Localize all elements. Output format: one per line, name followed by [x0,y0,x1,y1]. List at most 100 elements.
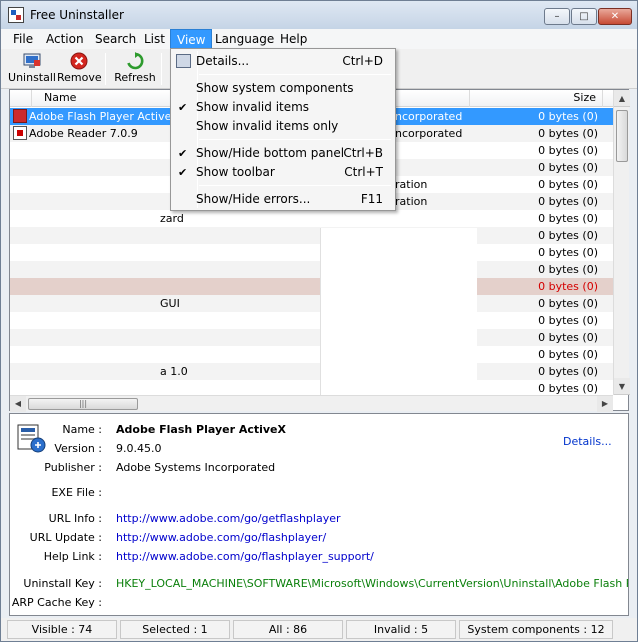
menu-action[interactable]: Action [40,29,90,49]
row-size: 0 bytes (0) [538,229,598,242]
status-system-components: System components : 12 [459,620,613,639]
menu-bar: File Action Search List View Language He… [1,29,637,49]
menu-language[interactable]: Language [209,29,280,49]
row-size: 0 bytes (0) [538,178,598,191]
app-icon [8,7,24,23]
menu-item-label: Show/Hide errors... [196,192,311,206]
detail-label-arp-cache-key: ARP Cache Key : [11,596,102,609]
menu-help[interactable]: Help [274,29,313,49]
menu-item-show-toolbar[interactable]: ✔ Show toolbar Ctrl+T [173,163,393,182]
minimize-button[interactable]: – [544,8,570,25]
vertical-scroll-thumb[interactable] [616,110,628,162]
table-row-invalid[interactable]: 0 bytes (0) [10,278,613,295]
column-header-publisher[interactable] [395,90,470,107]
uninstall-icon [23,53,41,68]
menu-file[interactable]: File [7,29,39,49]
row-size: 0 bytes (0) [538,144,598,157]
check-icon: ✔ [178,166,188,179]
table-row[interactable]: 0 bytes (0) [10,244,613,261]
uninstall-label: Uninstall [8,71,56,84]
status-selected: Selected : 1 [120,620,230,639]
row-name: GUI [160,297,180,310]
menu-item-label: Show system components [196,81,354,95]
table-row[interactable]: 0 bytes (0) [10,227,613,244]
detail-label-exe-file: EXE File : [51,486,102,499]
menu-item-show-invalid-items[interactable]: ✔ Show invalid items [173,98,393,117]
menu-item-show-system-components[interactable]: Show system components [173,79,393,98]
menu-item-details[interactable]: Details... Ctrl+D [173,52,393,71]
row-size: 0 bytes (0) [538,365,598,378]
row-size: 0 bytes (0) [538,297,598,310]
window-title: Free Uninstaller [30,8,124,22]
status-visible: Visible : 74 [7,620,117,639]
remove-button[interactable]: Remove [57,51,102,87]
menu-item-shortcut: F11 [360,192,383,206]
menu-item-shortcut: Ctrl+T [344,165,383,179]
details-panel: Name : Adobe Flash Player ActiveX Versio… [9,413,629,616]
table-row[interactable]: GUI 0 bytes (0) [10,295,613,312]
table-row[interactable]: a 1.0 0 bytes (0) [10,363,613,380]
menu-view[interactable]: View [170,29,213,49]
detail-value-name: Adobe Flash Player ActiveX [116,423,287,436]
uninstall-button[interactable]: Uninstall [8,51,56,87]
status-all: All : 86 [233,620,343,639]
help-link[interactable]: http://www.adobe.com/go/flashplayer_supp… [116,550,374,563]
title-bar[interactable]: Free Uninstaller – □ ✕ [1,1,637,29]
menu-list[interactable]: List [138,29,171,49]
scroll-right-icon[interactable]: ▶ [597,396,613,412]
column-header-size[interactable]: Size [470,90,603,107]
scroll-down-icon[interactable]: ▼ [614,378,630,395]
table-row[interactable]: 0 bytes (0) [10,329,613,346]
url-update-link[interactable]: http://www.adobe.com/go/flashplayer/ [116,531,326,544]
vertical-scrollbar[interactable]: ▲ ▼ [613,90,630,395]
detail-label-uninstall-key: Uninstall Key : [23,577,102,590]
row-size: 0 bytes (0) [538,195,598,208]
refresh-button[interactable]: Refresh [113,51,157,87]
remove-icon [70,52,88,70]
menu-separator [199,185,391,186]
url-info-link[interactable]: http://www.adobe.com/go/getflashplayer [116,512,341,525]
row-size: 0 bytes (0) [538,212,598,225]
horizontal-scroll-thumb[interactable]: ||| [28,398,138,410]
status-invalid: Invalid : 5 [346,620,456,639]
detail-value-uninstall-key[interactable]: HKEY_LOCAL_MACHINE\SOFTWARE\Microsoft\Wi… [116,577,628,590]
row-size: 0 bytes (0) [538,127,598,140]
detail-label-url-update: URL Update : [29,531,102,544]
menu-item-show-invalid-only[interactable]: Show invalid items only [173,117,393,136]
toolbar-separator [105,53,106,85]
status-bar: Visible : 74 Selected : 1 All : 86 Inval… [1,618,637,641]
detail-label-help-link: Help Link : [43,550,102,563]
row-publisher: ration [395,178,428,191]
row-size: 0 bytes (0) [538,246,598,259]
details-link[interactable]: Details... [563,435,612,448]
maximize-button[interactable]: □ [571,8,597,25]
menu-item-label: Details... [196,54,250,68]
menu-item-show-hide-errors[interactable]: Show/Hide errors... F11 [173,190,393,209]
row-size: 0 bytes (0) [538,161,598,174]
detail-label-url-info: URL Info : [48,512,102,525]
row-size: 0 bytes (0) [538,314,598,327]
menu-item-shortcut: Ctrl+D [342,54,383,68]
menu-separator [199,74,391,75]
row-size: 0 bytes (0) [538,348,598,361]
table-row[interactable]: 0 bytes (0) [10,380,613,395]
menu-item-label: Show/Hide bottom panel [196,146,345,160]
table-row[interactable]: zard 0 bytes (0) [10,210,613,227]
horizontal-scrollbar[interactable]: ◀ ||| ▶ [10,395,613,412]
table-row[interactable]: 0 bytes (0) [10,312,613,329]
app-window: Free Uninstaller – □ ✕ File Action Searc… [0,0,638,642]
view-menu-dropdown: Details... Ctrl+D Show system components… [170,48,396,211]
check-icon: ✔ [178,101,188,114]
row-publisher: ncorporated [395,110,463,123]
close-button[interactable]: ✕ [598,8,632,25]
menu-item-toggle-bottom-panel[interactable]: ✔ Show/Hide bottom panel Ctrl+B [173,144,393,163]
scroll-left-icon[interactable]: ◀ [10,396,26,412]
scroll-up-icon[interactable]: ▲ [614,90,630,107]
menu-search[interactable]: Search [89,29,142,49]
table-row[interactable]: 0 bytes (0) [10,346,613,363]
row-name: zard [160,212,184,225]
column-header-icon[interactable] [10,90,32,107]
menu-item-shortcut: Ctrl+B [343,146,383,160]
menu-item-label: Show toolbar [196,165,275,179]
table-row[interactable]: 0 bytes (0) [10,261,613,278]
